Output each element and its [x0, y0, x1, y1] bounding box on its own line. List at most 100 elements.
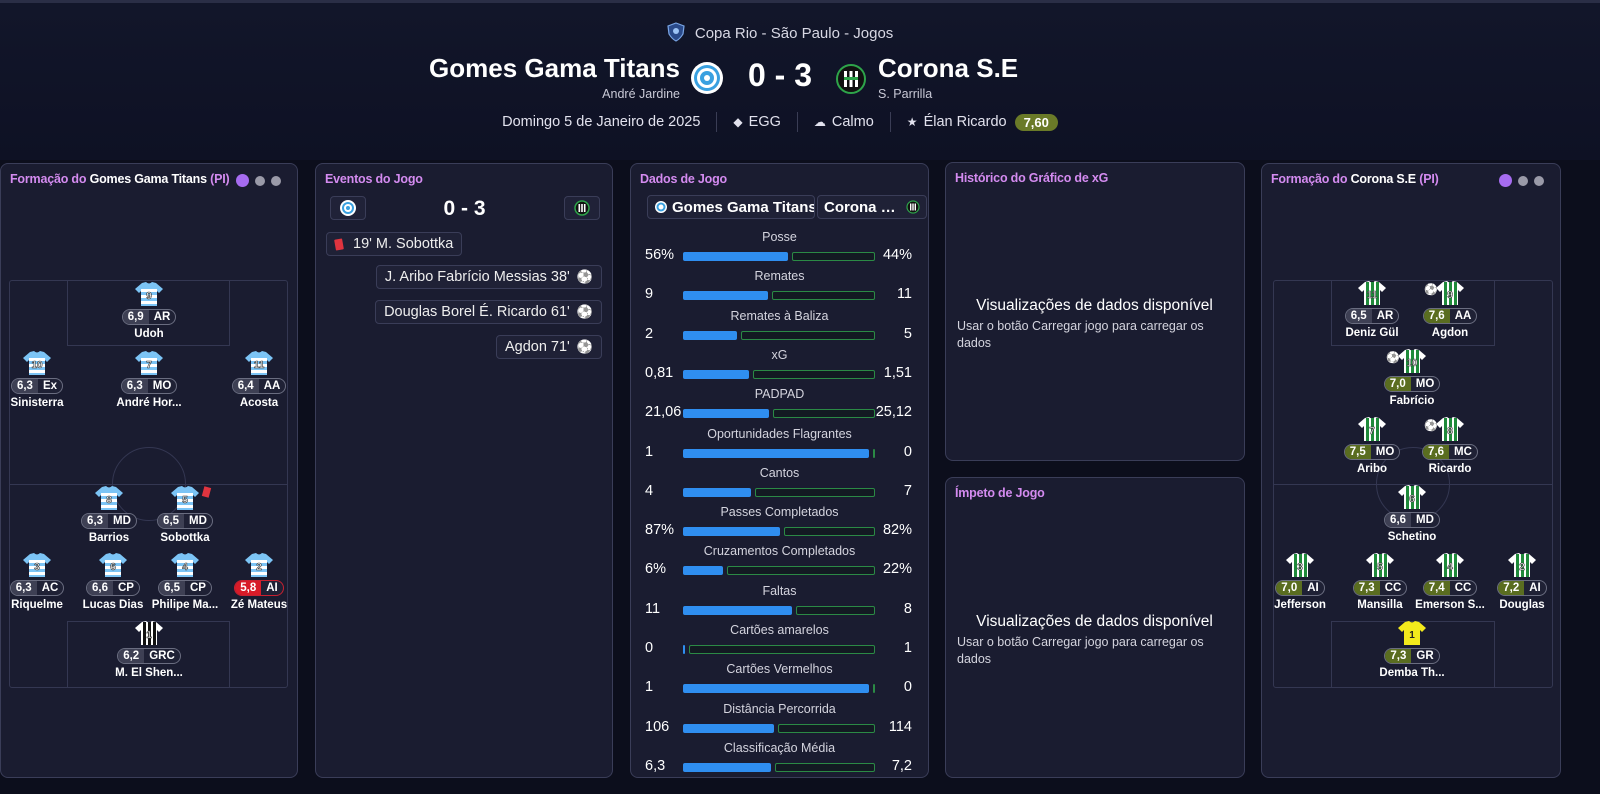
stat-row: Distância Percorrida 106 114 [631, 702, 928, 741]
player-rating: 5,8 AI [234, 580, 284, 596]
player-marker[interactable]: 9 ⚽ 7,6 AA Agdon [1404, 280, 1496, 339]
page-dot[interactable] [1534, 175, 1544, 186]
rating-value: 6,5 [159, 581, 185, 595]
motm-name[interactable]: Élan Ricardo [924, 114, 1007, 130]
stats-panel: Dados de Jogo Gomes Gama Titans Corona S… [630, 163, 929, 778]
svg-text:11: 11 [1367, 290, 1378, 301]
stadium-name[interactable]: EGG [749, 114, 781, 130]
player-marker[interactable]: 10 6,3 Ex Sinisterra [0, 350, 83, 409]
divider [889, 112, 891, 132]
event-item[interactable]: Douglas Borel É. Ricardo 61' ⚽ [375, 300, 602, 324]
rating-value: 6,2 [118, 649, 145, 663]
stat-away-value: 11 [896, 286, 912, 303]
position-code: AC [41, 582, 59, 594]
player-marker[interactable]: 6 6,6 MD Schetino [1366, 484, 1458, 543]
away-formation-panel: Formação do Corona S.E (PI) 11 6,5 AR Deniz… [1261, 163, 1561, 778]
stat-home-value: 9 [645, 286, 654, 303]
player-marker[interactable]: 7 6,3 MO André Hor... [103, 350, 195, 409]
away-bar [873, 448, 875, 458]
rating-value: 6,3 [121, 379, 148, 393]
stats-away-team[interactable]: Corona S.E [817, 195, 927, 219]
svg-text:3: 3 [1297, 562, 1303, 573]
player-name: Sobottka [160, 532, 210, 544]
event-item[interactable]: J. Aribo Fabrício Messias 38' ⚽ [375, 265, 602, 289]
away-team-name[interactable]: Corona S.E [878, 53, 1018, 84]
divider [796, 112, 798, 132]
player-name: Douglas [1499, 599, 1545, 611]
player-marker[interactable]: 11 6,4 AA Acosta [213, 350, 305, 409]
stat-label: Classificação Média [723, 740, 836, 755]
position-code: GRC [149, 650, 175, 662]
player-rating: 6,9 AR [121, 309, 177, 325]
player-marker[interactable]: 2 5,8 AI Zé Mateus [213, 552, 305, 611]
player-marker[interactable]: 1 6,2 GRC M. El Shen... [103, 620, 195, 679]
stat-bar [683, 684, 875, 694]
svg-text:6: 6 [1409, 494, 1415, 505]
player-name: Sinisterra [10, 397, 64, 409]
player-marker[interactable]: 5 6,5 MD Sobottka [139, 485, 231, 544]
panel-title: Ímpeto de Jogo [955, 486, 1045, 500]
home-coach[interactable]: André Jardine [602, 87, 680, 101]
away-crest-icon[interactable] [836, 63, 866, 95]
player-rating: 7,0 AI [1275, 580, 1325, 596]
events-panel: Eventos do Jogo 0 - 3 19' M. Sobottka J. … [315, 163, 613, 778]
position-code: GR [1416, 650, 1434, 662]
stats-home-team[interactable]: Gomes Gama Titans [647, 195, 815, 219]
player-marker[interactable]: 9 6,9 AR Udoh [103, 281, 195, 340]
panel-title: Dados de Jogo [640, 172, 727, 186]
player-rating: 6,6 CP [86, 580, 140, 596]
shirt-icon: 11 [1358, 281, 1386, 305]
event-text: 19' M. Sobottka [353, 236, 454, 252]
player-rating: 7,0 MO [1383, 376, 1441, 392]
player-name: Agdon [1431, 327, 1469, 339]
player-marker[interactable]: 3 7,0 AI Jefferson [1254, 552, 1346, 611]
shirt-icon: 3 [1286, 553, 1314, 577]
page-dot[interactable] [236, 174, 249, 187]
stat-home-value: 0,81 [645, 364, 674, 381]
stat-label: Cartões amarelos [730, 623, 829, 637]
player-marker[interactable]: 1 7,3 GR Demba Th... [1366, 620, 1458, 679]
page-dot[interactable] [1499, 174, 1512, 187]
stat-label: Remates à Baliza [730, 308, 829, 323]
player-marker[interactable]: 8 ⚽ 7,6 MC Ricardo [1404, 416, 1496, 475]
shirt-icon: 2 [1508, 553, 1536, 577]
player-marker[interactable]: 10 ⚽ 7,0 MO Fabrício [1366, 348, 1458, 407]
event-item[interactable]: 19' M. Sobottka [326, 232, 463, 256]
away-coach[interactable]: S. Parrilla [878, 87, 932, 101]
stat-label: PADPAD [754, 387, 805, 402]
momentum-viz-message: Visualizações de dados disponível [976, 613, 1213, 630]
page-dot[interactable] [255, 175, 265, 186]
title-team[interactable]: Gomes Gama Titans [90, 172, 207, 186]
page-dot[interactable] [271, 175, 281, 186]
page-dot[interactable] [1518, 175, 1528, 186]
competition-title[interactable]: Copa Rio - São Paulo - Jogos [0, 22, 1560, 42]
stat-row: Faltas 11 8 [631, 584, 928, 623]
football-icon: ⚽ [1424, 284, 1438, 296]
event-item[interactable]: Agdon 71' ⚽ [495, 335, 602, 359]
position-code: MD [1416, 514, 1434, 526]
rating-value: 7,4 [1423, 581, 1450, 595]
away-crest-icon [906, 200, 920, 214]
position-code: CC [1384, 582, 1402, 594]
away-bar [772, 409, 875, 419]
stat-home-value: 6,3 [645, 757, 666, 774]
player-rating: 6,3 Ex [10, 378, 64, 394]
player-name: Zé Mateus [230, 599, 288, 611]
shirt-icon: 9 [1436, 281, 1464, 305]
title-team[interactable]: Corona S.E [1351, 172, 1417, 186]
rating-value: 6,3 [11, 379, 38, 393]
rating-value: 7,0 [1384, 377, 1411, 391]
xg-history-panel: Histórico do Gráfico de xG Visualizações… [945, 162, 1245, 461]
red-card-icon [334, 237, 344, 251]
home-crest-icon[interactable] [690, 61, 724, 95]
home-formation-panel: Formação do Gomes Gama Titans (PI) 9 6,9 A… [0, 163, 298, 778]
away-crest-icon[interactable] [564, 196, 600, 220]
player-marker[interactable]: 2 7,2 AI Douglas [1476, 552, 1568, 611]
football-icon: ⚽ [576, 269, 593, 284]
player-rating: 6,3 MD [81, 513, 137, 529]
player-name: Fabrício [1389, 395, 1435, 407]
match-score: 0 - 3 [747, 57, 813, 93]
motm-rating: 7,60 [1014, 113, 1058, 131]
page-dots [1499, 174, 1544, 187]
home-team-name[interactable]: Gomes Gama Titans [429, 53, 680, 84]
